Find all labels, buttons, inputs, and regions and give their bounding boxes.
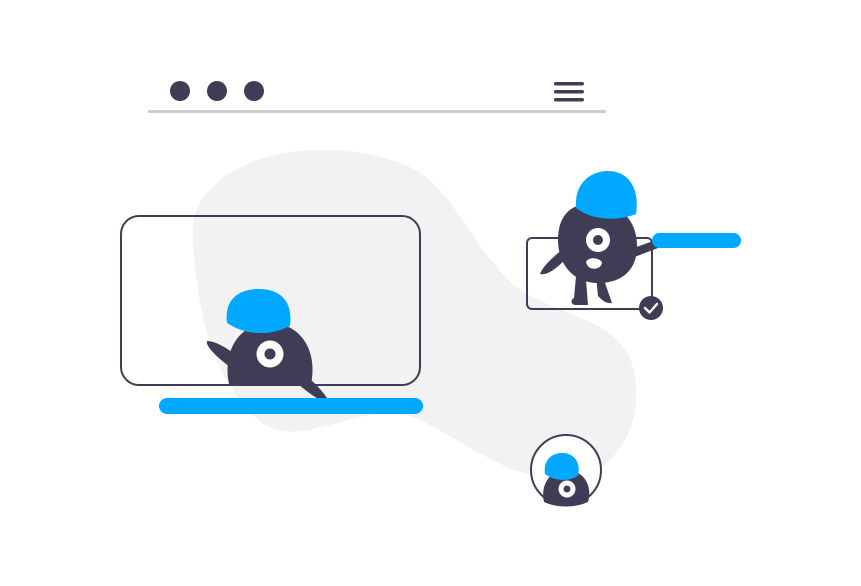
header-divider — [148, 110, 606, 113]
selected-card[interactable] — [526, 171, 741, 320]
window-dot-maximize[interactable] — [244, 81, 264, 101]
window-dot-minimize[interactable] — [207, 81, 227, 101]
check-icon — [639, 296, 663, 320]
selection-bar[interactable] — [652, 233, 741, 248]
hamburger-menu-icon[interactable] — [554, 82, 584, 102]
video-progress-bar[interactable] — [159, 398, 423, 414]
window-dot-close[interactable] — [170, 81, 190, 101]
avatar-circle[interactable] — [530, 434, 602, 507]
illustration-canvas — [120, 81, 741, 507]
window-header — [148, 81, 606, 113]
